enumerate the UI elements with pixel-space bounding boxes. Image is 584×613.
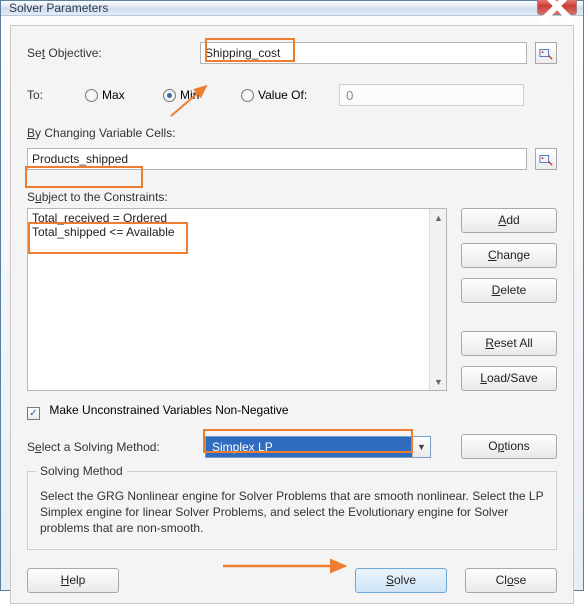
solver-dialog: Solver Parameters Set Objective: <box>0 0 584 591</box>
valueof-input[interactable] <box>339 84 524 106</box>
chevron-down-icon: ▼ <box>412 437 430 457</box>
changing-cells-row <box>27 148 557 170</box>
reset-all-button[interactable]: Reset All <box>461 331 557 356</box>
changing-range-picker-button[interactable] <box>535 148 557 170</box>
bottom-button-row: Help Solve Close <box>27 568 557 593</box>
close-button[interactable]: Close <box>465 568 557 593</box>
radio-icon <box>85 89 98 102</box>
listbox-scrollbar[interactable]: ▲ ▼ <box>429 209 446 390</box>
inner-panel: Set Objective: To: Max <box>10 25 574 604</box>
constraint-item[interactable]: Total_shipped <= Available <box>32 225 442 239</box>
add-button[interactable]: Add <box>461 208 557 233</box>
solving-method-value: Simplex LP <box>206 437 412 457</box>
change-button[interactable]: Change <box>461 243 557 268</box>
range-picker-icon <box>539 46 553 60</box>
solve-button[interactable]: Solve <box>355 568 447 593</box>
load-save-button[interactable]: Load/Save <box>461 366 557 391</box>
titlebar: Solver Parameters <box>1 1 583 16</box>
range-picker-icon <box>539 152 553 166</box>
solving-method-legend: Solving Method <box>36 464 127 478</box>
constraints-listbox[interactable]: Total_received = Ordered Total_shipped <… <box>27 208 447 391</box>
radio-valueof[interactable]: Value Of: <box>241 88 331 102</box>
options-button[interactable]: Options <box>461 434 557 459</box>
objective-range-picker-button[interactable] <box>535 42 557 64</box>
radio-icon <box>163 89 176 102</box>
radio-min[interactable]: Min <box>163 88 233 102</box>
changing-cells-input[interactable] <box>27 148 527 170</box>
objective-input[interactable] <box>200 42 527 64</box>
to-label: To: <box>27 88 77 102</box>
constraint-item[interactable]: Total_received = Ordered <box>32 211 442 225</box>
by-changing-label: By Changing Variable Cells: <box>27 126 557 140</box>
select-method-label: Select a Solving Method: <box>27 440 197 454</box>
subject-to-label: Subject to the Constraints: <box>27 190 447 204</box>
solving-method-groupbox: Solving Method Select the GRG Nonlinear … <box>27 471 557 550</box>
constraints-section: Subject to the Constraints: Total_receiv… <box>27 190 557 391</box>
solving-method-description: Select the GRG Nonlinear engine for Solv… <box>40 488 544 537</box>
solving-method-row: Select a Solving Method: Simplex LP ▼ Op… <box>27 434 557 459</box>
window-title: Solver Parameters <box>9 1 537 15</box>
set-objective-label: Set Objective: <box>27 46 192 60</box>
checkbox-icon: ✓ <box>27 407 40 420</box>
nonneg-checkbox[interactable]: ✓ Make Unconstrained Variables Non-Negat… <box>27 403 289 420</box>
radio-max[interactable]: Max <box>85 88 155 102</box>
radio-icon <box>241 89 254 102</box>
nonneg-row: ✓ Make Unconstrained Variables Non-Negat… <box>27 403 557 420</box>
dialog-body: Set Objective: To: Max <box>1 16 583 613</box>
scroll-down-icon[interactable]: ▼ <box>430 373 447 390</box>
solving-method-select[interactable]: Simplex LP ▼ <box>205 436 431 458</box>
to-row: To: Max Min Value Of: <box>27 84 557 106</box>
help-button[interactable]: Help <box>27 568 119 593</box>
close-window-button[interactable] <box>537 0 577 15</box>
scroll-up-icon[interactable]: ▲ <box>430 209 447 226</box>
objective-row: Set Objective: <box>27 42 557 64</box>
delete-button[interactable]: Delete <box>461 278 557 303</box>
